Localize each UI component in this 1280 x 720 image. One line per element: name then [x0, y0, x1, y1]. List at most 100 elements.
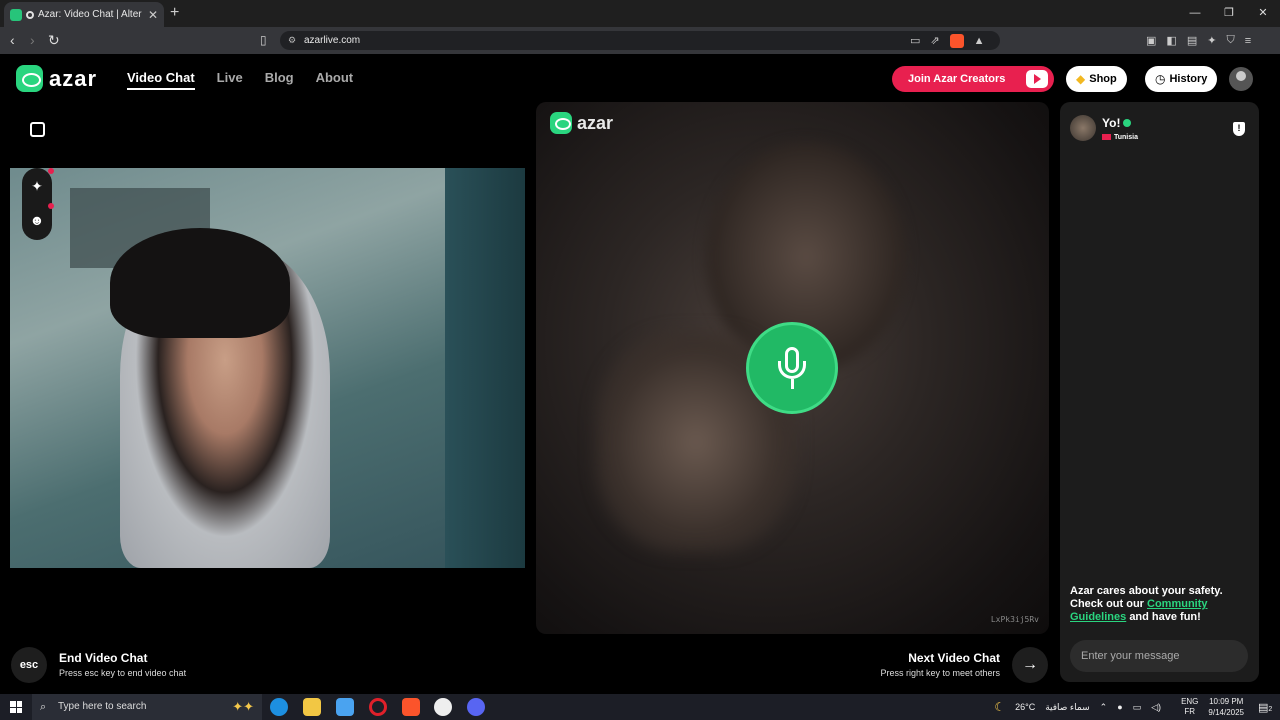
- leo-icon[interactable]: ✦: [1207, 34, 1216, 47]
- clock[interactable]: 10:09 PM 9/14/2025: [1208, 696, 1244, 718]
- local-video: ✦ ☻: [10, 102, 525, 634]
- address-actions: ▭ ⇗ ▲: [910, 27, 985, 54]
- browser-tabbar: Azar: Video Chat | Alternative ✕ + — ❐ ✕: [0, 0, 1280, 27]
- azar-logo-icon: [16, 65, 43, 92]
- close-tab-icon[interactable]: ✕: [148, 8, 158, 22]
- notification-dot: [48, 168, 54, 174]
- windows-start-icon[interactable]: [10, 701, 22, 713]
- reload-icon[interactable]: ↻: [48, 27, 60, 54]
- url-text: azarlive.com: [304, 35, 361, 46]
- sidebar-icon[interactable]: ◧: [1166, 34, 1176, 47]
- play-icon: [1026, 70, 1048, 88]
- peer-name: Yo!: [1102, 116, 1121, 130]
- local-camera-feed: [10, 168, 525, 568]
- brave-taskbar-icon[interactable]: [402, 698, 420, 716]
- brave-shields-icon[interactable]: [949, 33, 964, 48]
- copilot-sparkle-icon: ✦✦: [232, 699, 254, 714]
- nav-live[interactable]: Live: [217, 70, 243, 90]
- session-watermark: LxPk3ij5Rv: [990, 615, 1039, 624]
- share-icon[interactable]: ⇗: [930, 34, 939, 47]
- opera-icon[interactable]: [369, 698, 387, 716]
- address-bar[interactable]: ▯ ⚙ azarlive.com: [260, 31, 1000, 50]
- moon-weather-icon: ☾: [994, 700, 1006, 714]
- notification-dot: [48, 203, 54, 209]
- cast-icon[interactable]: ▭: [910, 34, 920, 47]
- file-explorer-icon[interactable]: [303, 698, 321, 716]
- taskbar-search[interactable]: ⌕ Type here to search ✦✦: [32, 694, 262, 720]
- history-button[interactable]: ◷ History: [1145, 66, 1218, 92]
- end-chat-hint: End Video Chat Press esc key to end vide…: [59, 651, 187, 678]
- chat-panel: Yo! Tunisia ! Azar cares about your safe…: [1060, 102, 1259, 682]
- join-creators-label: Join Azar Creators: [908, 73, 1006, 85]
- store-icon[interactable]: [336, 698, 354, 716]
- next-chat-button[interactable]: →: [1012, 647, 1048, 683]
- browser-tab[interactable]: Azar: Video Chat | Alternative ✕: [4, 2, 164, 27]
- back-icon[interactable]: ‹: [10, 27, 15, 54]
- azar-favicon-icon: [10, 8, 22, 21]
- safety-notice: Azar cares about your safety. Check out …: [1070, 585, 1223, 623]
- brave-rewards-icon[interactable]: ▲: [974, 35, 985, 47]
- edge-icon[interactable]: [270, 698, 288, 716]
- azar-page: azar Video Chat Live Blog About Join Aza…: [0, 54, 1280, 694]
- discord-icon[interactable]: [467, 698, 485, 716]
- browser-menu-icons: ▣ ◧ ▤ ✦ ⛉ ≡: [1146, 27, 1251, 54]
- window-controls: — ❐ ✕: [1178, 0, 1280, 27]
- remote-azar-logo: azar: [550, 112, 613, 134]
- windows-taskbar: ⌕ Type here to search ✦✦ ☾ 26°C سماء صاف…: [0, 694, 1280, 720]
- volume-icon[interactable]: ◁): [1151, 702, 1161, 713]
- tab-title: Azar: Video Chat | Alternative: [38, 9, 142, 20]
- peer-country: Tunisia: [1102, 134, 1138, 141]
- weather-text[interactable]: سماء صافية: [1045, 702, 1089, 713]
- report-shield-icon[interactable]: !: [1233, 122, 1245, 136]
- peer-info[interactable]: Yo! Tunisia: [1070, 114, 1138, 141]
- message-input[interactable]: [1070, 640, 1248, 672]
- tab-search-icon[interactable]: ▣: [1146, 34, 1156, 47]
- profile-avatar[interactable]: [1229, 67, 1253, 91]
- nav-blog[interactable]: Blog: [265, 70, 294, 90]
- end-chat-button[interactable]: esc: [11, 647, 47, 683]
- mic-tray-icon[interactable]: ●: [1117, 702, 1122, 712]
- verified-icon: [1123, 119, 1132, 127]
- effects-toolbar: ✦ ☻: [22, 168, 54, 240]
- new-tab-icon[interactable]: +: [170, 4, 179, 22]
- main-nav: Video Chat Live Blog About: [127, 70, 353, 90]
- azar-logo[interactable]: azar: [16, 65, 97, 92]
- shop-label: Shop: [1089, 73, 1117, 85]
- join-creators-button[interactable]: Join Azar Creators: [892, 66, 1054, 92]
- site-info-icon[interactable]: ⚙: [288, 31, 296, 50]
- bookmark-icon[interactable]: ▯: [260, 31, 267, 50]
- search-icon: ⌕: [40, 701, 47, 713]
- notification-center-icon[interactable]: ▤2: [1258, 701, 1276, 714]
- sparkle-effects-icon[interactable]: ✦: [29, 178, 45, 194]
- nav-about[interactable]: About: [316, 70, 354, 90]
- browser-toolbar: ‹ › ↻ ▯ ⚙ azarlive.com ▭ ⇗ ▲ ▣ ◧ ▤ ✦ ⛉ ≡: [0, 27, 1280, 54]
- flag-icon: [1102, 134, 1111, 141]
- arrow-right-icon: →: [1022, 656, 1038, 673]
- temperature[interactable]: 26°C: [1015, 702, 1035, 712]
- microphone-icon[interactable]: [746, 322, 838, 414]
- recording-icon: [26, 10, 34, 19]
- wallet-icon[interactable]: ▤: [1187, 34, 1197, 47]
- forward-icon[interactable]: ›: [30, 27, 35, 54]
- diamond-icon: ◆: [1076, 72, 1086, 86]
- system-tray: ☾ 26°C سماء صافية ⌃ ● ▭ ◁) ENG FR 10:09 …: [994, 694, 1280, 720]
- next-chat-hint: Next Video Chat Press right key to meet …: [880, 651, 1000, 678]
- minimize-icon[interactable]: —: [1178, 0, 1212, 27]
- shop-button[interactable]: ◆ Shop: [1066, 66, 1127, 92]
- vpn-icon[interactable]: ⛉: [1226, 34, 1234, 47]
- history-label: History: [1169, 73, 1208, 85]
- network-icon[interactable]: ▭: [1133, 702, 1142, 713]
- chrome-icon[interactable]: [434, 698, 452, 716]
- menu-icon[interactable]: ≡: [1245, 35, 1251, 47]
- nav-video-chat[interactable]: Video Chat: [127, 70, 195, 90]
- remote-logo-text: azar: [577, 112, 614, 133]
- language-indicator[interactable]: ENG FR: [1181, 697, 1198, 717]
- fullscreen-icon[interactable]: [30, 122, 45, 137]
- close-window-icon[interactable]: ✕: [1246, 0, 1280, 27]
- restore-icon[interactable]: ❐: [1212, 0, 1246, 27]
- face-filter-icon[interactable]: ☻: [29, 212, 45, 228]
- remote-video: azar LxPk3ij5Rv: [536, 102, 1049, 634]
- peer-avatar: [1070, 114, 1096, 141]
- tray-chevron-icon[interactable]: ⌃: [1100, 702, 1108, 713]
- logo-text: azar: [49, 65, 98, 91]
